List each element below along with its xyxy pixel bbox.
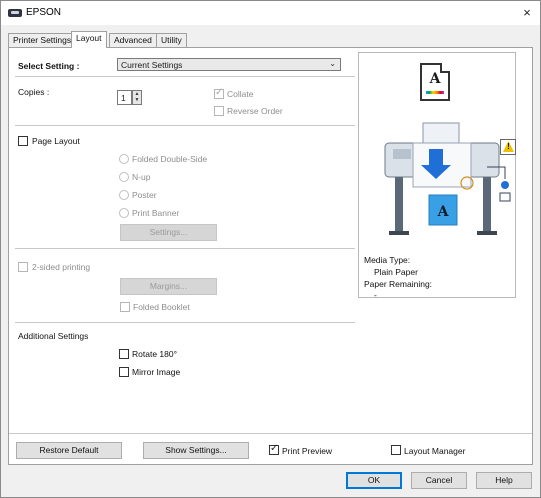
- media-type-label: Media Type:: [364, 255, 411, 265]
- restore-default-button[interactable]: Restore Default: [16, 442, 122, 459]
- close-icon[interactable]: ×: [517, 3, 537, 23]
- paper-remaining-value: -: [374, 290, 377, 300]
- epson-dialog-window: EPSON × Printer Settings Layout Advanced…: [0, 0, 541, 498]
- printed-sheet-letter: A: [437, 204, 450, 220]
- collate-label: Collate: [227, 89, 254, 99]
- rotate-180-label: Rotate 180°: [132, 349, 177, 359]
- select-setting-value: Current Settings: [121, 60, 183, 70]
- print-preview-label: Print Preview: [282, 446, 333, 456]
- print-preview-pane: A A Media Type: P: [358, 52, 516, 300]
- divider: [9, 433, 532, 434]
- additional-settings-heading: Additional Settings: [18, 331, 89, 341]
- media-type-value: Plain Paper: [374, 267, 418, 277]
- ok-button[interactable]: OK: [346, 472, 402, 489]
- copies-input[interactable]: 1: [117, 90, 132, 105]
- printer-image: A: [384, 122, 511, 235]
- folded-booklet-checkbox[interactable]: [120, 302, 130, 312]
- copies-label: Copies :: [18, 87, 50, 97]
- print-banner-label: Print Banner: [132, 208, 180, 218]
- cancel-button[interactable]: Cancel: [411, 472, 467, 489]
- radio-n-up[interactable]: [119, 172, 129, 182]
- mirror-image-checkbox[interactable]: [119, 367, 129, 377]
- tab-advanced[interactable]: Advanced: [109, 33, 157, 47]
- copies-stepper[interactable]: ▲ ▼: [132, 90, 142, 105]
- tab-layout[interactable]: Layout: [71, 31, 107, 48]
- page-layout-label: Page Layout: [32, 136, 80, 146]
- window-title: EPSON: [26, 7, 62, 18]
- mirror-image-label: Mirror Image: [132, 367, 181, 377]
- collate-checkbox[interactable]: [214, 87, 224, 99]
- two-sided-printing-label: 2-sided printing: [32, 262, 91, 272]
- document-preview-icon: A: [420, 63, 450, 101]
- reverse-order-checkbox[interactable]: [214, 106, 224, 116]
- color-strip: [426, 91, 444, 94]
- folded-double-side-label: Folded Double-Side: [132, 154, 208, 164]
- margins-button[interactable]: Margins...: [120, 278, 217, 295]
- paper-remaining-label: Paper Remaining:: [364, 279, 433, 289]
- poster-label: Poster: [132, 190, 157, 200]
- rotate-180-checkbox[interactable]: [119, 349, 129, 359]
- two-sided-printing-checkbox[interactable]: [18, 262, 28, 272]
- n-up-label: N-up: [132, 172, 151, 182]
- tab-utility[interactable]: Utility: [156, 33, 187, 47]
- layout-manager-label: Layout Manager: [404, 446, 466, 456]
- help-button[interactable]: Help: [476, 472, 532, 489]
- tab-printer-settings[interactable]: Printer Settings: [8, 33, 77, 47]
- folded-booklet-label: Folded Booklet: [133, 302, 190, 312]
- divider: [15, 125, 355, 126]
- divider: [15, 248, 355, 249]
- title-bar: EPSON ×: [1, 1, 540, 25]
- radio-folded-double-side[interactable]: [119, 154, 129, 164]
- page-layout-checkbox[interactable]: [18, 136, 28, 146]
- chevron-down-icon: ⌄: [329, 59, 336, 68]
- select-setting-dropdown[interactable]: Current Settings ⌄: [117, 58, 341, 71]
- divider: [15, 322, 355, 323]
- divider: [15, 76, 355, 77]
- settings-button[interactable]: Settings...: [120, 224, 217, 241]
- layout-panel: Select Setting : Current Settings ⌄ Copi…: [8, 47, 533, 465]
- layout-manager-checkbox[interactable]: [391, 445, 401, 455]
- document-letter: A: [429, 71, 441, 87]
- status-check-icon: [501, 181, 509, 189]
- print-preview-checkbox[interactable]: [269, 443, 279, 455]
- epson-printer-icon: [8, 9, 22, 17]
- select-setting-label: Select Setting :: [18, 61, 80, 71]
- radio-print-banner[interactable]: [119, 208, 129, 218]
- stepper-down-icon[interactable]: ▼: [133, 97, 141, 103]
- output-tray-icon: [499, 192, 511, 202]
- show-settings-button[interactable]: Show Settings...: [143, 442, 249, 459]
- reverse-order-label: Reverse Order: [227, 106, 283, 116]
- radio-poster[interactable]: [119, 190, 129, 200]
